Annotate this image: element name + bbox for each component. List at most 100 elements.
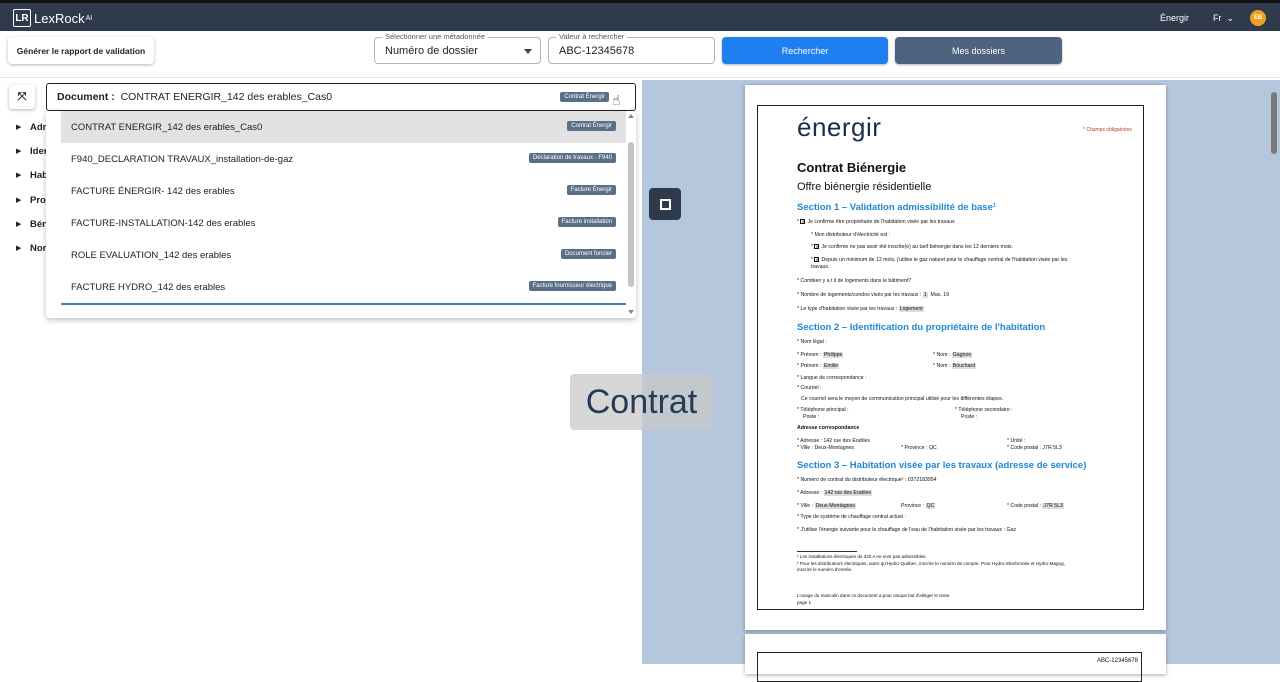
chevron-down-icon: ⌄ <box>1226 12 1234 23</box>
field-text: * Code postal : <box>1007 503 1042 509</box>
section-1-title: Section 1 – Validation admissibilité de … <box>797 202 997 213</box>
field-text: * Le type d'habitation visée par les tra… <box>797 306 898 312</box>
hand-cursor-icon: ☝ <box>612 92 621 108</box>
viewer-scrollbar[interactable] <box>1270 82 1278 662</box>
top-bar: LR LexRock AI Énergir Fr ⌄ EB <box>0 0 1280 31</box>
tree-node-label: Nor <box>30 242 47 254</box>
option-name: F940_DECLARATION TRAVAUX_installation-de… <box>71 154 294 165</box>
dropdown-option[interactable]: FACTURE-INSTALLATION-142 des erables Fac… <box>61 207 626 239</box>
field-text: Je confirme être propriétaire de l'habit… <box>807 219 955 225</box>
dropdown-option[interactable]: FACTURE ÉNERGIR- 142 des erables Facture… <box>61 175 626 207</box>
document-select[interactable]: Document : CONTRAT ENERGIR_142 des erabl… <box>46 83 636 111</box>
option-name: FACTURE ÉNERGIR- 142 des erables <box>71 186 235 197</box>
generate-report-button[interactable]: Générer le rapport de validation <box>8 37 154 64</box>
field-line: * Adresse : 142 rue des Erables <box>797 438 870 444</box>
field-value: Bouchard <box>951 363 976 369</box>
field-line: * Prénom : Philippe <box>797 352 844 358</box>
collapse-icon: ⤧ <box>17 90 27 103</box>
expand-collapse-button[interactable]: ⤧ <box>9 85 35 109</box>
caret-right-icon: ▶ <box>16 148 22 156</box>
document-selected-name: CONTRAT ENERGIR_142 des erables_Cas0 <box>120 91 333 103</box>
field-line: * ✕ Depuis un minimum de 12 mois, j'utili… <box>811 257 1068 263</box>
field-line: * Nom légal : <box>797 339 827 345</box>
search-value-input[interactable]: Valeur à rechercher ABC-12345678 <box>548 32 715 64</box>
caret-down-icon <box>524 49 532 54</box>
dropdown-scrollbar-thumb[interactable] <box>628 142 634 287</box>
crop-icon <box>659 198 671 210</box>
toolbar-divider <box>0 77 1280 78</box>
field-line: * Type de système de chauffage central a… <box>797 514 907 520</box>
field-line: Ce courriel sera le moyen de communicati… <box>801 396 1004 402</box>
logo-icon: LR <box>13 9 31 27</box>
field-line: * Courriel : <box>797 385 822 391</box>
contract-title: Contrat Biénergie <box>797 160 907 175</box>
app-logo[interactable]: LR LexRock AI <box>13 8 92 28</box>
field-text: * Ville : <box>797 503 814 509</box>
metadata-select[interactable]: Sélectionner une métadonnée Numéro de do… <box>374 32 541 64</box>
field-text: * Adresse : <box>797 490 823 496</box>
field-value: Deux-Montagnes <box>814 503 857 509</box>
search-value-text: ABC-12345678 <box>559 45 635 57</box>
field-line: * J'utilise l'énergie suivante pour le c… <box>797 527 1016 533</box>
language-label: Fr <box>1212 13 1222 23</box>
field-value: 1 <box>922 292 928 298</box>
field-text: * Prénom : <box>797 352 822 358</box>
option-name: FACTURE-INSTALLATION-142 des erables <box>71 218 256 229</box>
field-text: * Nombre de logements/condos visés par l… <box>797 292 922 298</box>
checkbox-checked-icon: ✕ <box>800 219 806 225</box>
scroll-down-icon[interactable] <box>628 310 634 314</box>
required-note: * Champs obligatoires <box>1083 127 1132 133</box>
caret-right-icon: ▶ <box>16 220 22 228</box>
viewer-scrollbar-thumb[interactable] <box>1271 92 1277 154</box>
footnote-divider <box>797 551 857 552</box>
field-line: Poste : <box>961 414 978 420</box>
section-3-title: Section 3 – Habitation visée par les tra… <box>797 460 1087 471</box>
field-value: Philippe <box>822 352 844 358</box>
my-files-button[interactable]: Mes dossiers <box>895 37 1062 64</box>
dropdown-option[interactable]: ROLE EVALUATION_142 des erables Document… <box>61 239 626 271</box>
document-prefix: Document : <box>57 91 115 103</box>
field-line: * Code postal : J7R 5L3 <box>1007 503 1064 509</box>
field-line: * Ville : Deux-Montagnes <box>797 503 857 509</box>
field-line: * Unité : <box>1007 438 1026 444</box>
field-value: Logement <box>898 306 924 312</box>
dropdown-scrollbar[interactable] <box>628 114 634 314</box>
field-line: * ✕ Je confirme être propriétaire de l'ha… <box>797 219 955 225</box>
avatar[interactable]: EB <box>1250 10 1266 26</box>
option-tag: Facture installation <box>557 217 616 227</box>
field-value: Gaz <box>1006 527 1017 533</box>
metadata-select-value: Numéro de dossier <box>385 45 478 57</box>
dropdown-option[interactable]: F940_DECLARATION TRAVAUX_installation-de… <box>61 143 626 175</box>
field-text: Max. 19 <box>930 292 949 298</box>
dropdown-option[interactable]: CONTRAT ENERGIR_142 des erables_Cas0 Con… <box>61 111 626 143</box>
brand-name[interactable]: Énergir <box>1160 13 1189 23</box>
document-dropdown[interactable]: CONTRAT ENERGIR_142 des erables_Cas0 Con… <box>46 111 636 318</box>
field-text: * Nom : <box>933 352 951 358</box>
field-line: * Nombre de logements/condos visés par l… <box>797 292 949 298</box>
document-select-value: Document : CONTRAT ENERGIR_142 des erabl… <box>57 91 332 103</box>
field-text: * Nom : <box>933 363 951 369</box>
field-line: * Combien y a t il de logements dans le … <box>797 278 912 284</box>
caret-right-icon: ▶ <box>16 172 22 180</box>
classification-overlay: Contrat <box>570 374 713 430</box>
language-selector[interactable]: Fr ⌄ <box>1213 13 1234 24</box>
logo-sup: AI <box>85 14 93 22</box>
field-line: * Le type d'habitation visée par les tra… <box>797 306 924 312</box>
field-text: Depuis un minimum de 12 mois, j'utilise … <box>821 257 1068 263</box>
field-value: J7R 5L3 <box>1042 503 1064 509</box>
page-ref: ABC-12345678 <box>1096 658 1138 664</box>
field-text: * Prénom : <box>797 363 822 369</box>
option-name: FACTURE HYDRO_142 des erables <box>71 282 226 293</box>
scroll-up-icon[interactable] <box>628 114 634 118</box>
section-2-title: Section 2 – Identification du propriétai… <box>797 322 1046 333</box>
dropdown-option[interactable]: FACTURE HYDRO_142 des erables Facture fo… <box>61 271 626 303</box>
field-line: * Numéro de contrat du distributeur élec… <box>797 477 937 483</box>
field-line: * Langue de correspondance : <box>797 375 867 381</box>
field-line: * Téléphone secondaire : <box>955 407 1013 413</box>
page-number: page 1 <box>797 600 812 605</box>
search-button[interactable]: Rechercher <box>722 37 888 64</box>
crop-button[interactable] <box>649 188 681 220</box>
document-page-2: ABC-12345678 <box>745 634 1166 682</box>
field-text: Je confirme ne pas avoir été inscrite(e)… <box>821 244 1013 250</box>
tree-node-label: Ider <box>30 146 48 158</box>
